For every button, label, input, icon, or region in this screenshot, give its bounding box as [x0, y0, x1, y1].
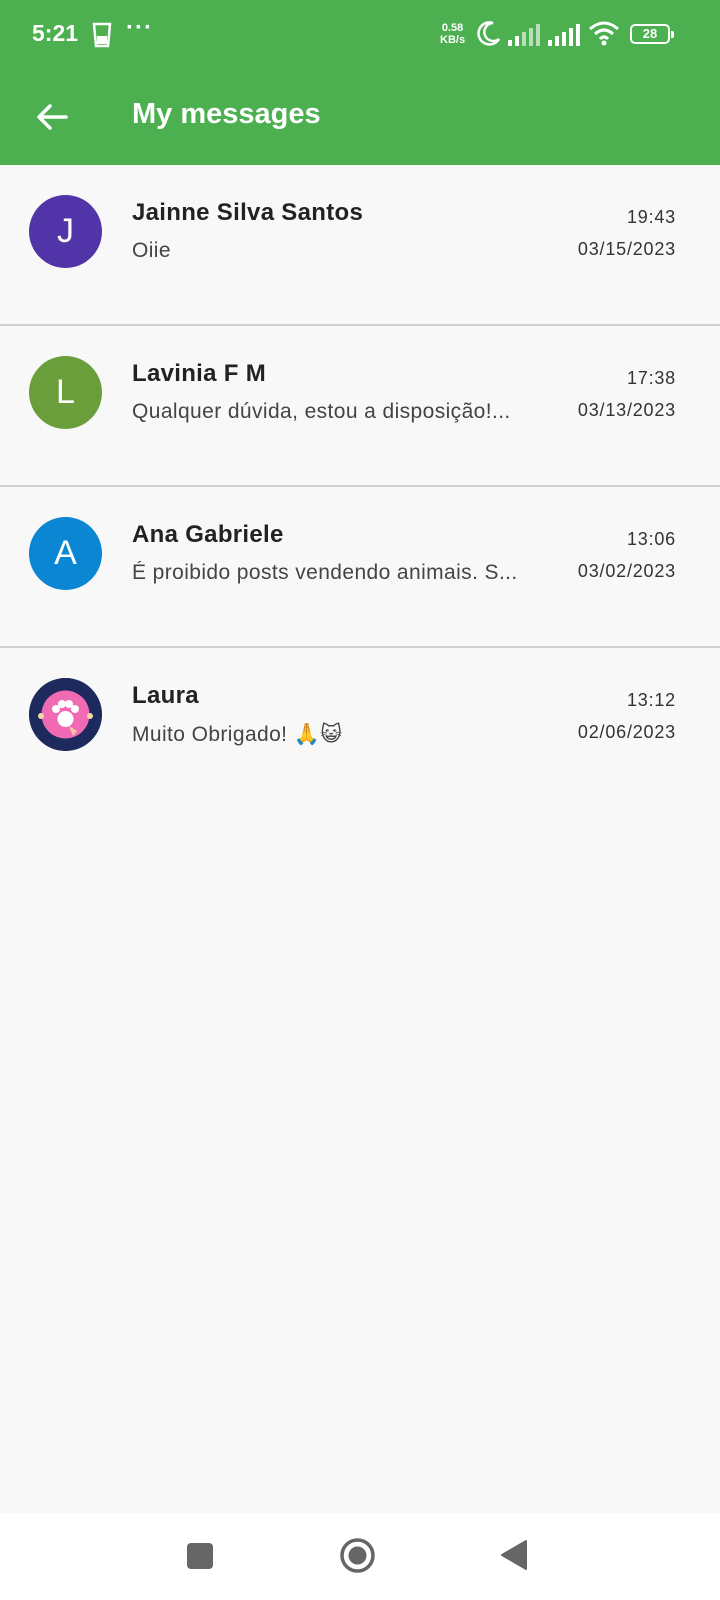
message-time: 19:43: [626, 207, 676, 227]
message-item[interactable]: A Ana Gabriele É proibido posts vendendo…: [0, 487, 720, 648]
sender-name: Ana Gabriele: [132, 521, 284, 548]
message-date: 02/06/2023: [577, 722, 676, 742]
avatar-initial: J: [57, 212, 74, 250]
message-time: 17:38: [626, 368, 676, 388]
message-date: 03/13/2023: [577, 400, 676, 420]
more-notifications-icon: ···: [126, 14, 153, 41]
back-button[interactable]: [24, 92, 80, 142]
battery-icon: 28: [630, 24, 674, 44]
avatar: J: [29, 195, 102, 268]
message-preview: É proibido posts vendendo animais. S...: [132, 561, 518, 584]
moon-icon: [477, 21, 501, 46]
sender-name: Laura: [132, 682, 199, 709]
message-preview: Muito Obrigado! 🙏😺: [132, 723, 343, 746]
message-list: J Jainne Silva Santos Oiie 19:43 03/15/2…: [0, 165, 720, 809]
wifi-icon: [589, 21, 619, 46]
navigation-bar: [0, 1513, 720, 1600]
cup-icon: [92, 22, 112, 48]
page-title: My messages: [132, 98, 321, 130]
message-date: 03/02/2023: [577, 561, 676, 581]
message-item[interactable]: L Lavinia F M Qualquer dúvida, estou a d…: [0, 326, 720, 487]
avatar-initial: A: [54, 534, 77, 572]
message-preview: Oiie: [132, 239, 171, 262]
avatar: L: [29, 356, 102, 429]
network-speed-value: 0.58: [441, 22, 464, 34]
message-date: 03/15/2023: [577, 239, 676, 259]
status-bar: 5:21 ··· 0.58 KB/s 28: [0, 0, 720, 70]
network-speed: 0.58 KB/s: [440, 22, 465, 46]
sender-name: Lavinia F M: [132, 360, 266, 387]
arrow-left-icon: [37, 104, 68, 130]
avatar-initial: L: [56, 373, 75, 411]
recent-apps-icon[interactable]: [187, 1543, 213, 1569]
paw-logo-icon: [29, 678, 102, 751]
home-icon[interactable]: [339, 1537, 376, 1574]
avatar: [29, 678, 102, 751]
network-speed-unit: KB/s: [440, 34, 466, 46]
avatar: A: [29, 517, 102, 590]
message-time: 13:12: [626, 690, 676, 710]
app-bar: My messages: [0, 70, 720, 165]
message-preview: Qualquer dúvida, estou a disposição!...: [132, 400, 511, 423]
messages-screen: 5:21 ··· 0.58 KB/s 28 My messages J Jain…: [0, 0, 720, 1600]
signal-icon: [548, 24, 580, 46]
signal-icon: [508, 24, 540, 46]
message-time: 13:06: [626, 529, 676, 549]
sender-name: Jainne Silva Santos: [132, 199, 364, 226]
message-item[interactable]: Laura Muito Obrigado! 🙏😺 13:12 02/06/202…: [0, 648, 720, 809]
back-triangle-icon[interactable]: [500, 1539, 528, 1571]
message-item[interactable]: J Jainne Silva Santos Oiie 19:43 03/15/2…: [0, 165, 720, 326]
status-time: 5:21: [32, 20, 79, 46]
